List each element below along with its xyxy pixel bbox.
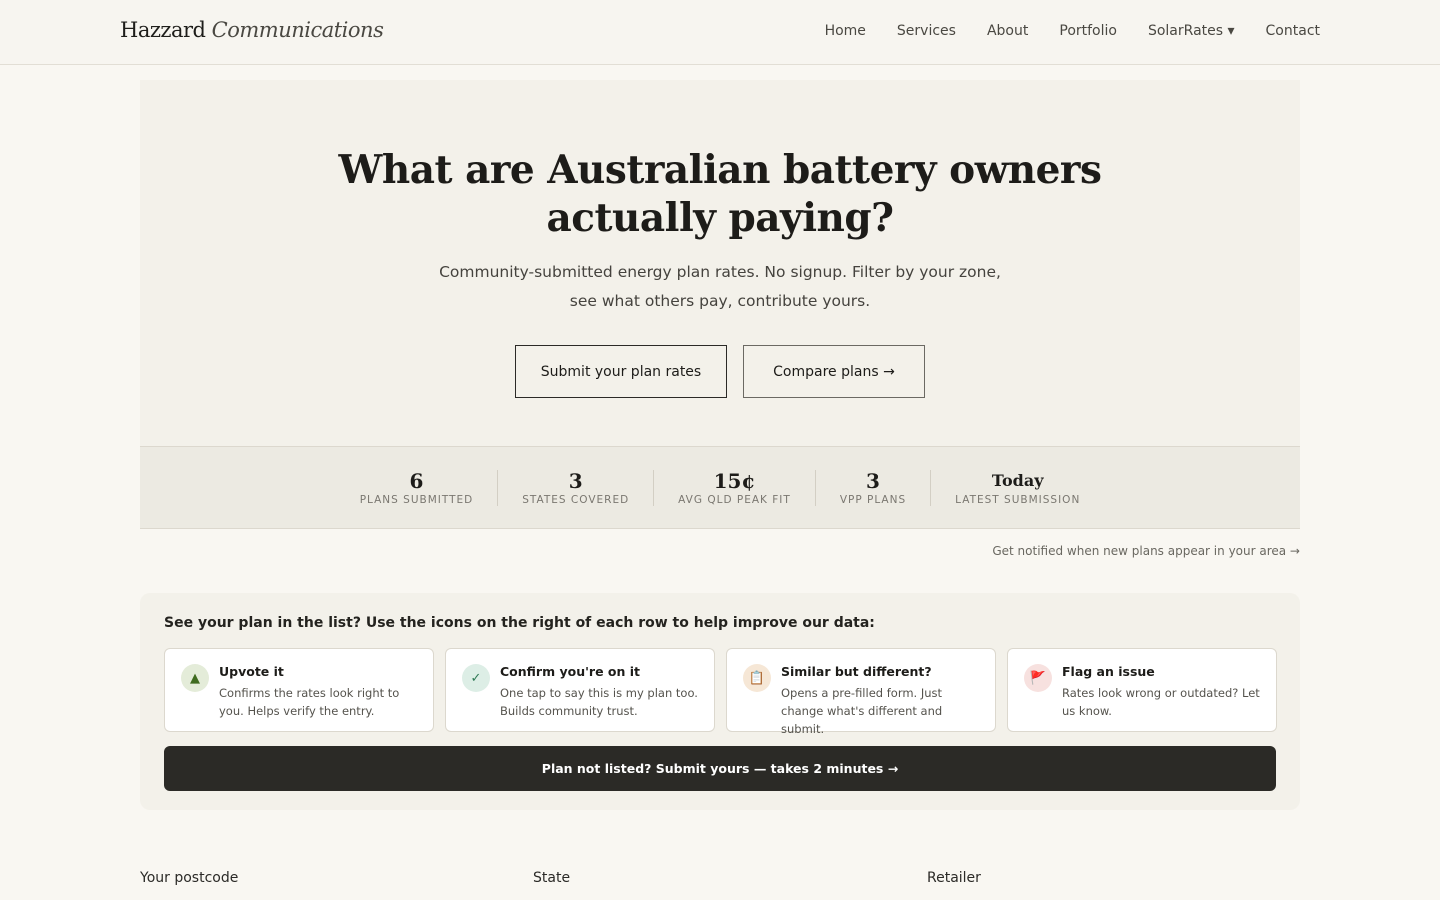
stat-label: LATEST SUBMISSION [955, 493, 1081, 506]
hero-section: What are Australian battery owners actua… [140, 80, 1300, 529]
page-title: What are Australian battery owners actua… [140, 146, 1300, 242]
state-filter: State [533, 870, 907, 886]
top-nav: Hazzard Communications Home Services Abo… [0, 0, 1440, 65]
stat-latest-submission: Today LATEST SUBMISSION [931, 470, 1104, 506]
stat-label: PLANS SUBMITTED [359, 493, 474, 506]
stat-avg-qld-peak-fit: 15¢ AVG QLD PEAK FIT [654, 468, 816, 506]
stat-label: VPP PLANS [839, 493, 907, 506]
stat-states-covered: 3 STATES COVERED [498, 468, 655, 506]
hero-subtitle: Community-submitted energy plan rates. N… [430, 258, 1010, 316]
flag-icon: 🚩 [1024, 664, 1052, 692]
help-panel: See your plan in the list? Use the icons… [140, 593, 1300, 810]
clipboard-icon: 📋 [743, 664, 771, 692]
stat-label: STATES COVERED [522, 493, 630, 506]
help-card-title: Similar but different? [781, 664, 932, 679]
brand-name-italic: Communications [211, 18, 384, 42]
stat-value: 3 [866, 468, 880, 493]
help-card-confirm: ✓ Confirm you're on it One tap to say th… [445, 648, 715, 732]
submit-plan-rates-button[interactable]: Submit your plan rates [515, 345, 727, 398]
help-card-title: Upvote it [219, 664, 284, 679]
page-title-line2: actually paying? [546, 195, 894, 241]
help-card-title: Flag an issue [1062, 664, 1155, 679]
help-card-flag: 🚩 Flag an issue Rates look wrong or outd… [1007, 648, 1277, 732]
brand-name: Hazzard [120, 18, 206, 42]
upvote-icon: ▲ [181, 664, 209, 692]
stat-plans-submitted: 6 PLANS SUBMITTED [336, 468, 499, 506]
nav-item-about[interactable]: About [987, 23, 1028, 39]
help-card-desc: Opens a pre-filled form. Just change wha… [781, 686, 943, 736]
help-card-title: Confirm you're on it [500, 664, 641, 679]
hero-subtitle-line2: see what others pay, contribute yours. [569, 292, 871, 310]
nav-item-portfolio[interactable]: Portfolio [1059, 23, 1117, 39]
help-card-similar: 📋 Similar but different? Opens a pre-fil… [726, 648, 996, 736]
nav-item-solarrates[interactable]: SolarRates ▾ [1148, 23, 1235, 39]
stats-bar: 6 PLANS SUBMITTED 3 STATES COVERED 15¢ A… [140, 446, 1300, 529]
help-card-desc: Rates look wrong or outdated? Let us kno… [1062, 686, 1260, 718]
help-cards: ▲ Upvote it Confirms the rates look righ… [164, 648, 1277, 736]
help-card-upvote: ▲ Upvote it Confirms the rates look righ… [164, 648, 434, 732]
stat-label: AVG QLD PEAK FIT [678, 493, 791, 506]
submit-plan-cta-button[interactable]: Plan not listed? Submit yours — takes 2 … [164, 746, 1276, 791]
nav-item-services[interactable]: Services [897, 23, 956, 39]
nav-item-contact[interactable]: Contact [1266, 23, 1320, 39]
notify-link[interactable]: Get notified when new plans appear in yo… [992, 544, 1300, 558]
stat-value: 15¢ [713, 468, 756, 493]
brand-logo[interactable]: Hazzard Communications [120, 18, 384, 42]
help-card-desc: One tap to say this is my plan too. Buil… [500, 686, 698, 718]
postcode-filter: Your postcode [140, 870, 514, 886]
postcode-label: Your postcode [140, 870, 239, 886]
retailer-label: Retailer [927, 870, 981, 886]
page-title-line1: What are Australian battery owners [338, 147, 1102, 193]
help-card-desc: Confirms the rates look right to you. He… [219, 686, 400, 718]
hero-subtitle-line1: Community-submitted energy plan rates. N… [439, 263, 1001, 281]
stat-vpp-plans: 3 VPP PLANS [816, 468, 932, 506]
stat-value: Today [991, 470, 1044, 490]
nav-item-home[interactable]: Home [825, 23, 866, 39]
check-icon: ✓ [462, 664, 490, 692]
state-label: State [533, 870, 571, 886]
stat-value: 3 [568, 468, 583, 493]
nav-menu: Home Services About Portfolio SolarRates… [825, 23, 1320, 39]
compare-plans-button[interactable]: Compare plans → [743, 345, 925, 398]
retailer-filter: Retailer [927, 870, 1301, 886]
stat-value: 6 [409, 468, 424, 493]
help-title: See your plan in the list? Use the icons… [164, 615, 875, 631]
